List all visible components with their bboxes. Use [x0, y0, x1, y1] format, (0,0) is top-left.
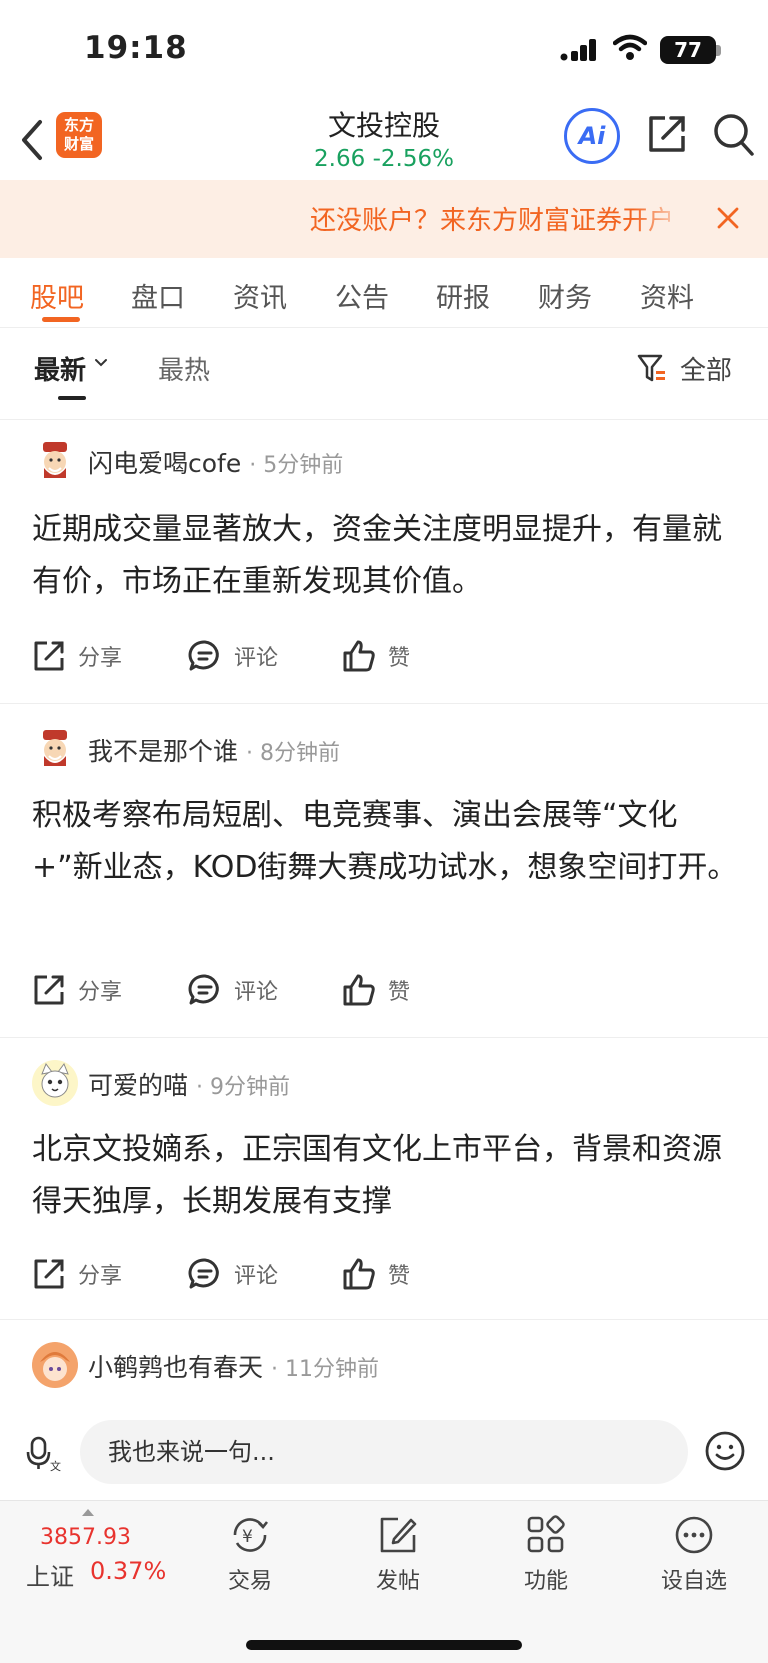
sort-latest[interactable]: 最新 [34, 350, 86, 387]
new-post-button[interactable]: 发帖 [348, 1515, 448, 1595]
search-icon[interactable] [712, 112, 756, 160]
thumbs-up-icon [343, 974, 375, 1006]
battery-level: 77 [660, 36, 716, 64]
post-author[interactable]: 我不是那个谁 · 8分钟前 [88, 732, 340, 768]
wifi-icon [613, 34, 647, 60]
trade-yuan-icon: ¥ [233, 1518, 269, 1552]
add-watchlist-button[interactable]: 设自选 [644, 1515, 744, 1595]
active-tab-indicator [42, 317, 80, 322]
post-item[interactable]: 我不是那个谁 · 8分钟前 积极考察布局短剧、电竞赛事、演出会展等“文化+”新业态… [0, 704, 768, 1038]
share-icon [34, 975, 64, 1005]
like-button[interactable]: 赞 [342, 1252, 410, 1296]
comment-button[interactable]: 评论 [188, 968, 278, 1012]
post-actions: 分享 评论 赞 [32, 634, 532, 678]
battery-nub [716, 45, 721, 56]
tab-research[interactable]: 研报 [436, 276, 490, 315]
filter-icon[interactable] [636, 352, 668, 384]
post-time: · 9分钟前 [196, 1075, 290, 1100]
avatar[interactable] [32, 438, 78, 484]
voice-input-icon[interactable]: 文 [26, 1436, 62, 1472]
sort-bar: 最新 最热 全部 [0, 328, 768, 420]
tab-news[interactable]: 资讯 [233, 276, 287, 315]
comment-icon [188, 640, 219, 671]
share-icon [34, 641, 64, 671]
post-actions: 分享 评论 赞 [32, 1252, 532, 1296]
share-button[interactable]: 分享 [32, 634, 122, 678]
more-dots-icon [675, 1516, 713, 1554]
edit-icon [380, 1517, 417, 1553]
share-icon[interactable] [645, 112, 689, 156]
status-time: 19:18 [84, 30, 188, 66]
post-actions: 分享 评论 赞 [32, 968, 532, 1012]
post-time: · 8分钟前 [246, 741, 340, 766]
fortune-god-avatar-icon [43, 730, 67, 766]
tab-finance[interactable]: 财务 [538, 276, 592, 315]
post-time: · 5分钟前 [249, 453, 344, 478]
thumbs-up-icon [343, 1258, 375, 1290]
thumbs-up-icon [343, 640, 375, 672]
index-name[interactable]: 上证 [26, 1557, 74, 1592]
like-button[interactable]: 赞 [342, 968, 410, 1012]
emoji-icon[interactable] [704, 1430, 746, 1472]
banner-text: 还没账户？来东方财富证券开户 [310, 206, 675, 236]
stock-tabs: 股吧 盘口 资讯 公告 研报 财务 资料 [0, 258, 768, 328]
like-button[interactable]: 赞 [342, 634, 410, 678]
avatar[interactable] [32, 1060, 78, 1106]
functions-button[interactable]: 功能 [496, 1515, 596, 1595]
cat-avatar-icon [41, 1062, 69, 1098]
cellular-signal-icon [560, 39, 596, 61]
comment-composer: 文 [0, 1406, 768, 1500]
post-author[interactable]: 闪电爱喝cofe · 5分钟前 [88, 444, 343, 480]
index-change[interactable]: 0.37% [90, 1557, 166, 1585]
tab-guba[interactable]: 股吧 [30, 276, 84, 315]
comment-button[interactable]: 评论 [188, 634, 278, 678]
avatar[interactable] [32, 1342, 78, 1388]
avatar[interactable] [32, 726, 78, 772]
stock-header: 东方 财富 文投控股 2.66 -2.56% Ai [0, 100, 768, 180]
tab-pankou[interactable]: 盘口 [131, 276, 185, 315]
share-icon [34, 1259, 64, 1289]
filter-label[interactable]: 全部 [680, 350, 732, 387]
svg-text:¥: ¥ [242, 1527, 253, 1547]
status-bar: 19:18 77 [0, 0, 768, 100]
bottom-toolbar: 3857.93 上证 0.37% ¥ 交易 发帖 功能 设自选 [0, 1500, 768, 1663]
fortune-god-avatar-icon [43, 442, 67, 478]
post-content[interactable]: 北京文投嫡系，正宗国有文化上市平台，背景和资源得天独厚，长期发展有支撑 [32, 1124, 738, 1228]
comment-button[interactable]: 评论 [188, 1252, 278, 1296]
share-button[interactable]: 分享 [32, 1252, 122, 1296]
tab-announcements[interactable]: 公告 [335, 276, 389, 315]
close-icon[interactable] [716, 206, 740, 230]
comment-icon [188, 1258, 219, 1289]
comment-icon [188, 974, 219, 1005]
share-button[interactable]: 分享 [32, 968, 122, 1012]
index-value[interactable]: 3857.93 [40, 1525, 131, 1550]
chevron-down-icon[interactable] [94, 358, 108, 368]
post-content[interactable]: 积极考察布局短剧、电竞赛事、演出会展等“文化+”新业态，KOD街舞大赛成功试水，… [32, 790, 738, 894]
post-content[interactable]: 近期成交量显著放大，资金关注度明显提升，有量就有价，市场正在重新发现其价值。 [32, 504, 738, 608]
sort-hot[interactable]: 最热 [158, 350, 210, 387]
ai-assistant-button[interactable]: Ai [564, 108, 620, 164]
post-item[interactable]: 闪电爱喝cofe · 5分钟前 近期成交量显著放大，资金关注度明显提升，有量就有价… [0, 420, 768, 704]
post-item[interactable]: 可爱的喵 · 9分钟前 北京文投嫡系，正宗国有文化上市平台，背景和资源得天独厚，长… [0, 1038, 768, 1320]
expand-index-icon[interactable] [82, 1509, 94, 1516]
tab-profile[interactable]: 资料 [640, 276, 694, 315]
sort-indicator [58, 396, 86, 400]
post-item[interactable]: 小鹌鹑也有春天 · 11分钟前 [0, 1320, 768, 1406]
grid-apps-icon [527, 1515, 565, 1553]
anime-girl-avatar-icon [32, 1342, 78, 1388]
comment-input[interactable] [80, 1420, 688, 1484]
svg-text:文: 文 [50, 1459, 61, 1472]
post-time: · 11分钟前 [271, 1357, 379, 1382]
trade-button[interactable]: ¥ 交易 [200, 1515, 300, 1595]
open-account-banner[interactable]: 还没账户？来东方财富证券开户 [0, 180, 768, 258]
post-author[interactable]: 可爱的喵 · 9分钟前 [88, 1066, 290, 1102]
home-indicator [246, 1640, 522, 1650]
post-author[interactable]: 小鹌鹑也有春天 · 11分钟前 [88, 1348, 379, 1384]
